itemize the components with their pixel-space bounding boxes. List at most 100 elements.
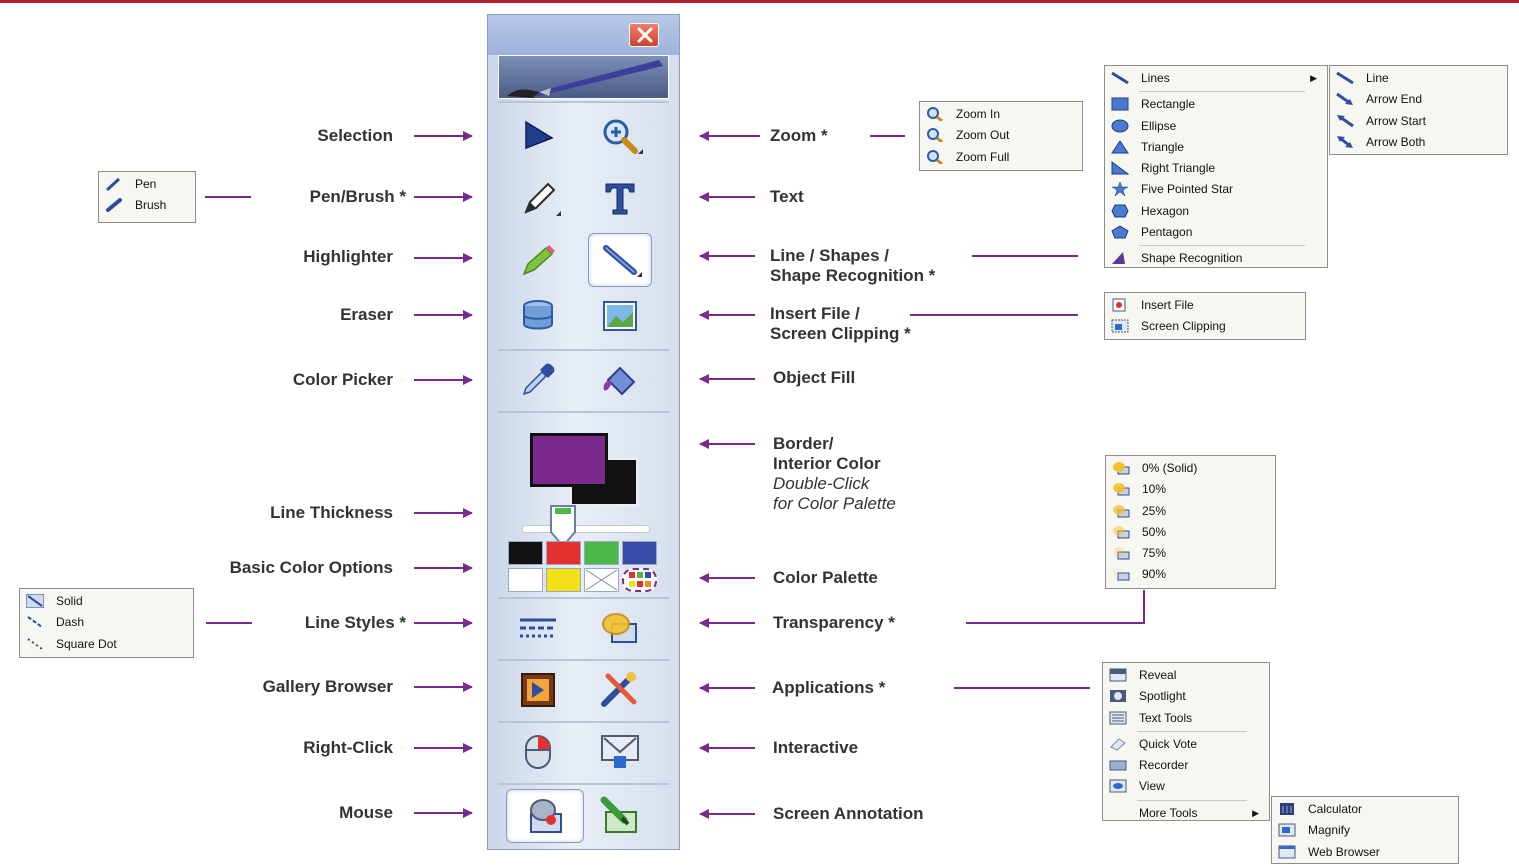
label-color-picker: Color Picker	[292, 370, 393, 389]
connector-shapes-menu	[972, 255, 1078, 257]
menu-item-transparency-50[interactable]: 50%	[1106, 522, 1275, 543]
basic-color-green[interactable]	[584, 541, 619, 565]
menu-item-transparency-75[interactable]: 75%	[1106, 543, 1275, 564]
insert-file-menu: Insert File Screen Clipping	[1104, 292, 1306, 340]
mouse-mode-button[interactable]	[506, 789, 584, 843]
eraser-button[interactable]	[506, 289, 570, 343]
menu-item-recorder[interactable]: Recorder	[1103, 755, 1269, 776]
close-icon	[637, 27, 653, 43]
menu-item-spotlight[interactable]: Spotlight	[1103, 686, 1269, 707]
menu-separator	[1137, 799, 1247, 801]
line-styles-button[interactable]	[506, 601, 570, 655]
arrow-basic-colors	[414, 563, 473, 573]
eraser-icon	[523, 300, 553, 330]
quick-vote-icon	[1110, 738, 1126, 751]
zoom-full-label: Zoom Full	[956, 149, 1010, 164]
menu-item-transparency-0[interactable]: 0% (Solid)	[1106, 458, 1275, 479]
menu-item-triangle[interactable]: Triangle	[1105, 137, 1327, 158]
color-picker-button[interactable]	[506, 353, 570, 407]
gallery-browser-button[interactable]	[506, 663, 570, 717]
label-text: Text	[770, 187, 804, 206]
label-border-hint-2: for Color Palette	[773, 494, 896, 514]
basic-color-red[interactable]	[546, 541, 581, 565]
applications-button[interactable]	[588, 663, 652, 717]
arrow-line-thickness	[414, 508, 473, 518]
right-click-button[interactable]	[506, 725, 570, 779]
menu-item-zoom-full[interactable]: Zoom Full	[920, 147, 1082, 168]
highlighter-button[interactable]	[506, 233, 570, 287]
menu-item-lines[interactable]: Lines ▶	[1105, 68, 1327, 89]
transparency-10-label: 10%	[1142, 482, 1167, 497]
menu-item-solid[interactable]: Solid	[20, 591, 193, 612]
basic-color-yellow[interactable]	[546, 568, 581, 592]
menu-item-text-tools[interactable]: Text Tools	[1103, 708, 1269, 729]
menu-item-square-dot[interactable]: Square Dot	[20, 634, 193, 655]
arrow-mouse	[414, 808, 473, 818]
menu-item-transparency-90[interactable]: 90%	[1106, 564, 1275, 585]
menu-item-zoom-out[interactable]: Zoom Out	[920, 125, 1082, 146]
basic-color-blue[interactable]	[622, 541, 657, 565]
basic-color-black[interactable]	[508, 541, 543, 565]
basic-color-none[interactable]	[584, 568, 619, 592]
menu-item-transparency-10[interactable]: 10%	[1106, 479, 1275, 500]
transparency-10-icon	[1113, 483, 1130, 496]
label-eraser: Eraser	[340, 305, 393, 324]
interactive-button[interactable]	[588, 725, 652, 779]
menu-item-magnify[interactable]: Magnify	[1272, 820, 1458, 841]
arrow-start-icon	[1337, 114, 1354, 127]
arrow-line-styles	[414, 618, 473, 628]
selection-button[interactable]	[506, 109, 570, 163]
menu-item-screen-clipping[interactable]: Screen Clipping	[1105, 316, 1305, 337]
dash-line-icon	[27, 616, 43, 629]
toolbar-section-eraser	[498, 287, 669, 349]
menu-item-transparency-25[interactable]: 25%	[1106, 501, 1275, 522]
color-palette-button[interactable]	[622, 568, 657, 592]
selection-arrow-icon	[525, 120, 554, 150]
menu-item-line[interactable]: Line	[1330, 68, 1507, 89]
arrow-color-picker	[414, 375, 473, 385]
menu-item-web-browser[interactable]: Web Browser	[1272, 842, 1458, 863]
menu-item-brush[interactable]: Brush	[99, 195, 195, 216]
menu-item-pen[interactable]: Pen	[99, 174, 195, 195]
menu-item-dash[interactable]: Dash	[20, 612, 193, 633]
menu-item-zoom-in[interactable]: Zoom In	[920, 104, 1082, 125]
menu-item-rectangle[interactable]: Rectangle	[1105, 94, 1327, 115]
menu-item-calculator[interactable]: Calculator	[1272, 799, 1458, 820]
menu-item-view[interactable]: View	[1103, 776, 1269, 797]
connector-line-styles-menu	[206, 622, 252, 624]
menu-item-arrow-start[interactable]: Arrow Start	[1330, 111, 1507, 132]
menu-item-shape-recognition[interactable]: Shape Recognition	[1105, 248, 1327, 269]
screen-annotation-button[interactable]	[588, 789, 652, 843]
zoom-button[interactable]	[588, 109, 652, 163]
toolbar-section-apps	[498, 659, 669, 721]
menu-item-reveal[interactable]: Reveal	[1103, 665, 1269, 686]
text-button[interactable]	[588, 171, 652, 225]
close-button[interactable]	[629, 23, 659, 47]
border-color-swatch[interactable]	[530, 433, 608, 487]
menu-item-ellipse[interactable]: Ellipse	[1105, 116, 1327, 137]
solid-line-icon	[26, 594, 44, 608]
menu-item-quick-vote[interactable]: Quick Vote	[1103, 734, 1269, 755]
border-hint-text-2: for Color Palette	[773, 494, 896, 513]
insert-file-button[interactable]	[588, 289, 652, 343]
menu-item-star[interactable]: Five Pointed Star	[1105, 179, 1327, 200]
label-border-1: Border/	[773, 434, 834, 453]
basic-color-white[interactable]	[508, 568, 543, 592]
zoom-out-label: Zoom Out	[956, 128, 1010, 143]
menu-item-right-triangle[interactable]: Right Triangle	[1105, 158, 1327, 179]
transparency-button[interactable]	[588, 601, 652, 655]
menu-item-hexagon[interactable]: Hexagon	[1105, 201, 1327, 222]
label-color-palette: Color Palette	[773, 568, 878, 587]
menu-item-more-tools[interactable]: More Tools ▶	[1103, 803, 1269, 824]
transparency-75-icon	[1113, 547, 1130, 560]
pen-brush-button[interactable]	[506, 171, 570, 225]
line-thickness-slider[interactable]	[522, 525, 650, 533]
menu-item-insert-file[interactable]: Insert File	[1105, 295, 1305, 316]
line-shapes-button[interactable]	[588, 233, 652, 287]
mouse-mode-icon	[530, 799, 562, 833]
menu-item-arrow-both[interactable]: Arrow Both	[1330, 132, 1507, 153]
connector-insert-menu	[910, 314, 1078, 316]
object-fill-button[interactable]	[588, 353, 652, 407]
menu-item-pentagon[interactable]: Pentagon	[1105, 222, 1327, 243]
menu-item-arrow-end[interactable]: Arrow End	[1330, 89, 1507, 110]
